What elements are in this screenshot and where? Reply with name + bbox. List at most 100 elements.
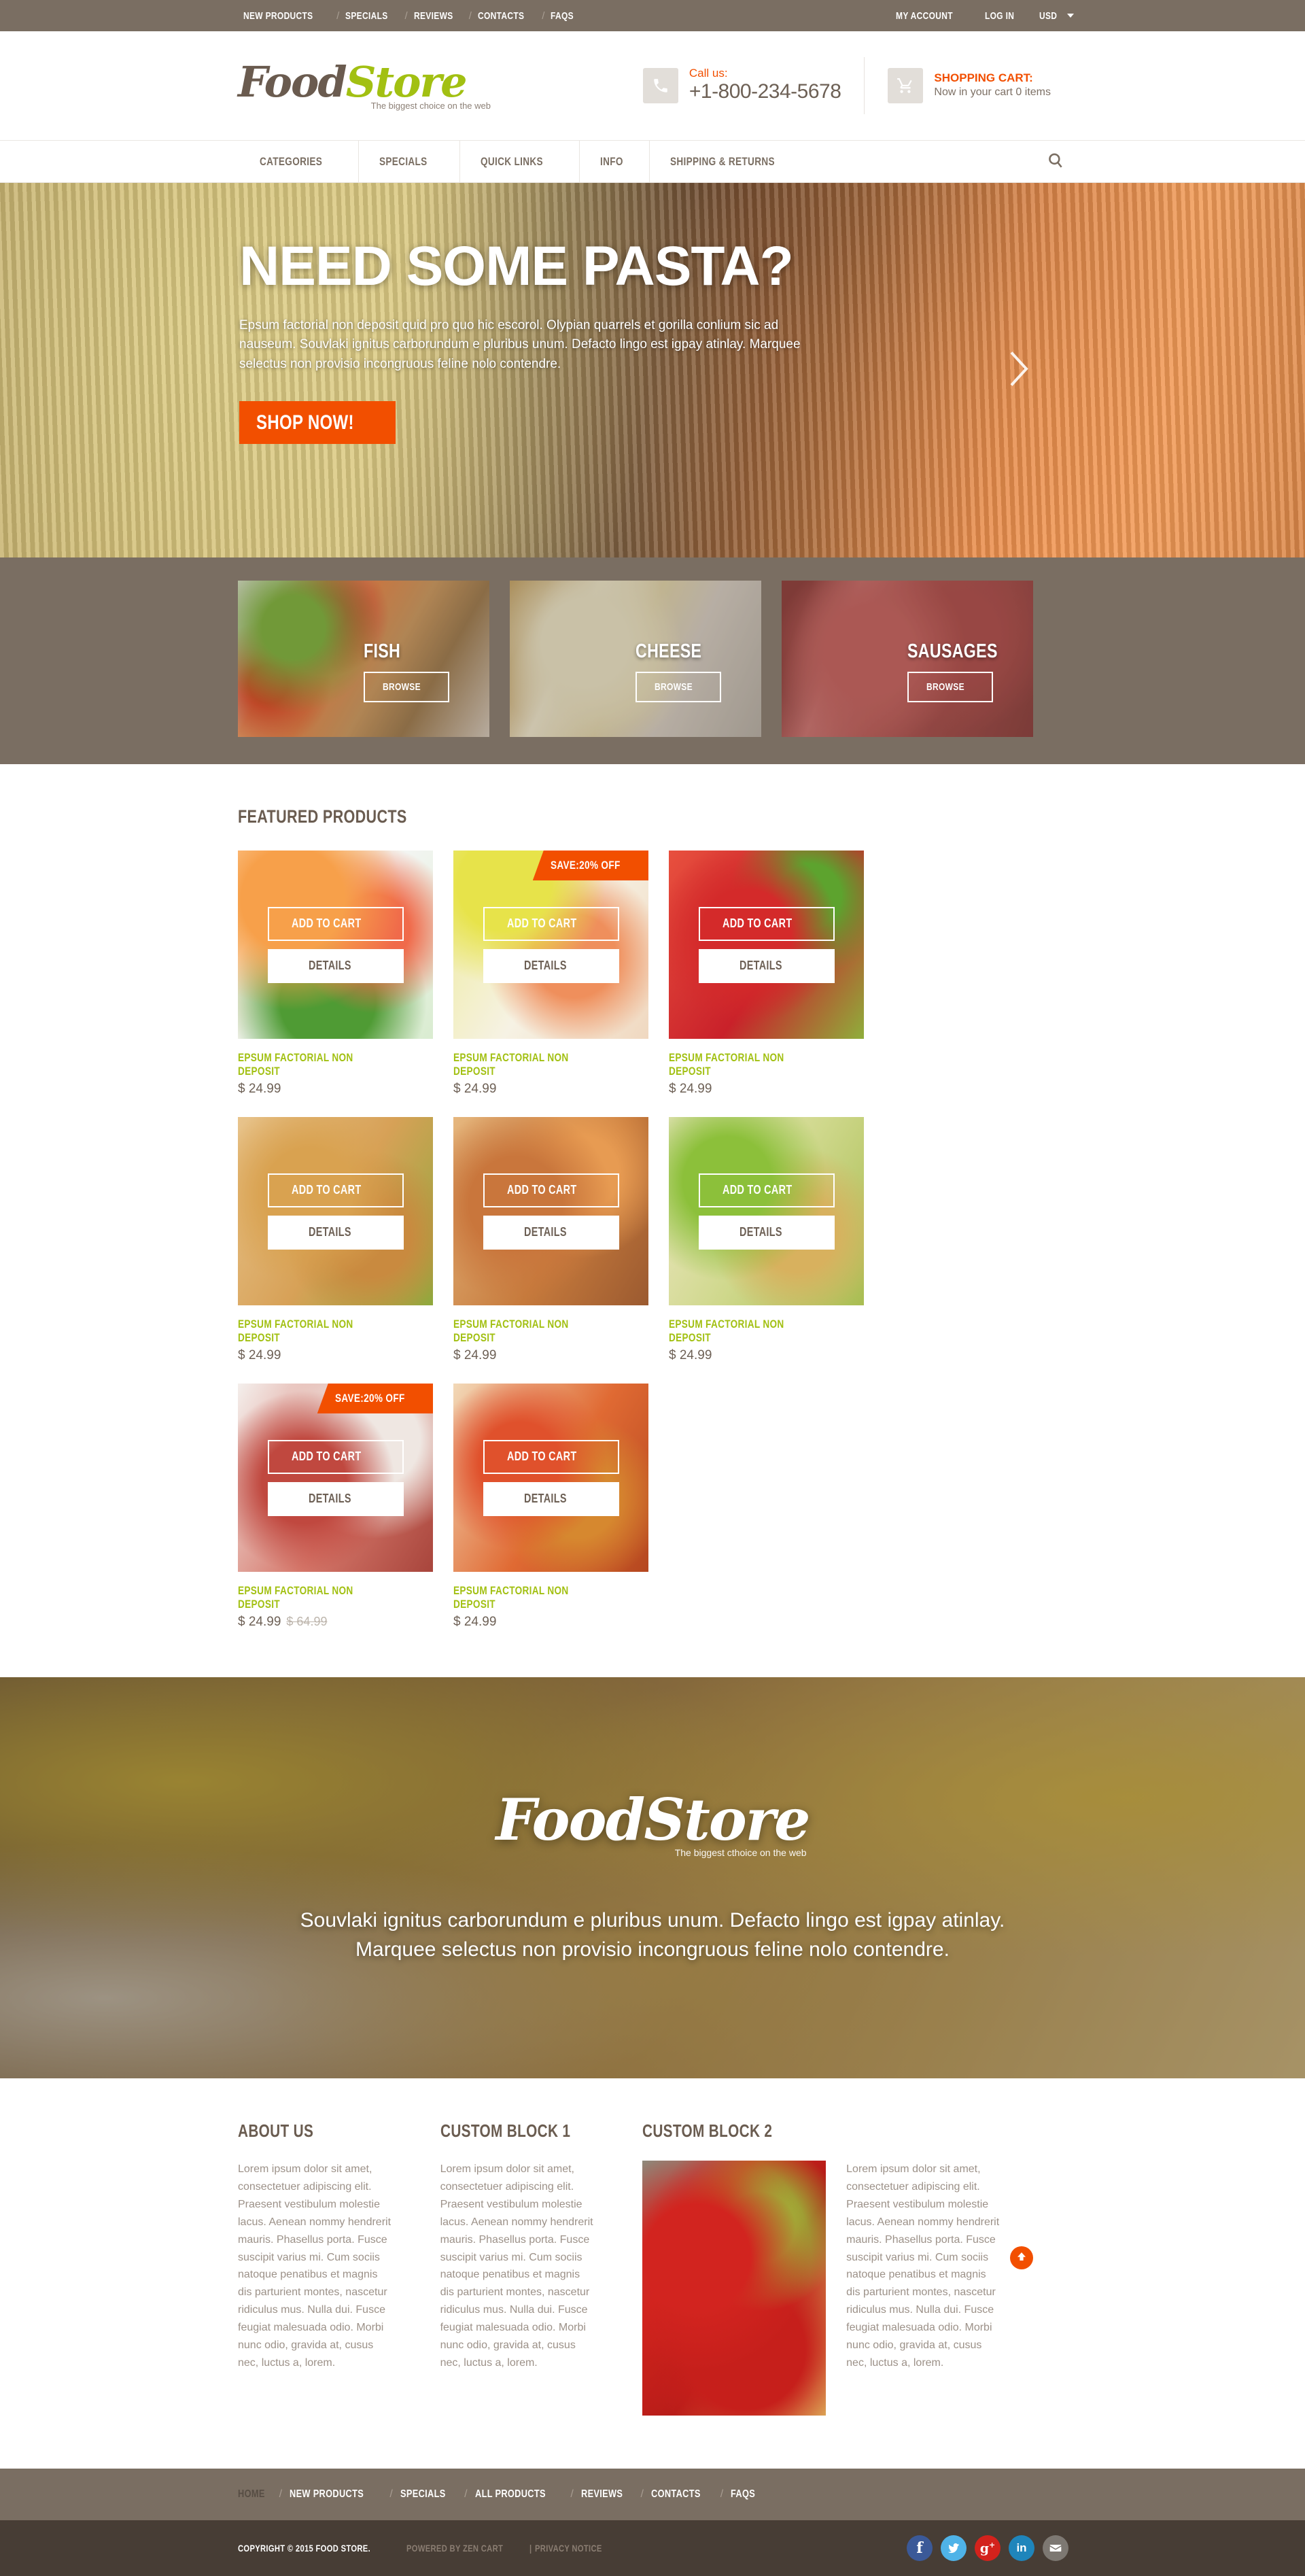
product-thumbnail[interactable]: Add to Cart Details (238, 851, 433, 1039)
nav-item-info[interactable]: Info (579, 141, 649, 183)
shopping-cart-block[interactable]: SHOPPING CART: Now in your cart 0 items (864, 57, 1074, 114)
product-card: Add to Cart Details Epsum Factorial Non De… (238, 1117, 433, 1363)
product-name[interactable]: Epsum Factorial Non Deposit (669, 1051, 864, 1078)
add-to-cart-button[interactable]: Add to Cart (267, 906, 404, 941)
product-thumbnail[interactable]: Add to Cart Details (453, 1117, 648, 1305)
top-bar: New Products / Specials / Reviews / Cont… (0, 0, 1305, 31)
top-nav-link-contacts[interactable]: Contacts (478, 10, 536, 22)
log-in-link[interactable]: Log In (985, 10, 1022, 22)
add-to-cart-button[interactable]: Add to Cart (698, 906, 835, 941)
search-button[interactable] (1047, 141, 1074, 183)
add-to-cart-button[interactable]: Add to Cart (483, 1173, 619, 1207)
product-name[interactable]: Epsum Factorial Non Deposit (238, 1584, 433, 1611)
details-button[interactable]: Details (267, 1481, 404, 1516)
call-us-label: Call us: (689, 67, 728, 80)
add-to-cart-button[interactable]: Add to Cart (267, 1439, 404, 1474)
top-nav-separator: / (404, 10, 408, 22)
product-thumbnail[interactable]: SAVE:20% OFF Add to Cart Details (238, 1384, 433, 1572)
privacy-notice-link[interactable]: Privacy Notice (535, 2543, 602, 2554)
product-name[interactable]: Epsum Factorial Non Deposit (238, 1318, 433, 1345)
powered-by-link[interactable]: Powered by Zen Cart (406, 2543, 503, 2554)
about-us-block: About Us Lorem ipsum dolor sit amet, con… (238, 2120, 440, 2416)
details-button[interactable]: Details (698, 1215, 835, 1250)
add-to-cart-button[interactable]: Add to Cart (483, 1439, 619, 1474)
footer-link-contacts[interactable]: Contacts (651, 2488, 713, 2501)
twitter-icon[interactable] (941, 2535, 967, 2561)
add-to-cart-button[interactable]: Add to Cart (698, 1173, 835, 1207)
product-name[interactable]: Epsum Factorial Non Deposit (453, 1051, 648, 1078)
category-tiles: Fish Browse Cheese Browse Sausages Brows… (0, 557, 1305, 764)
footer-separator: / (570, 2488, 574, 2500)
category-tile-sausages[interactable]: Sausages Browse (782, 581, 1033, 737)
add-to-cart-button[interactable]: Add to Cart (267, 1173, 404, 1207)
top-nav-link-specials[interactable]: Specials (345, 10, 398, 22)
details-button[interactable]: Details (483, 948, 619, 983)
scroll-to-top-button[interactable] (1010, 2246, 1033, 2269)
top-nav-separator: / (542, 10, 545, 22)
footer-separator: / (720, 2488, 724, 2500)
site-header: FoodStore The biggest choice on the web … (0, 31, 1305, 141)
nav-item-quick-links[interactable]: Quick Links (459, 141, 579, 183)
details-button[interactable]: Details (267, 948, 404, 983)
details-button[interactable]: Details (483, 1481, 619, 1516)
footer-link-home[interactable]: Home (238, 2488, 272, 2501)
featured-products-section: Featured Products Add to Cart Details Epsu… (0, 764, 1305, 1677)
page-title: Featured Products (238, 806, 407, 827)
details-button[interactable]: Details (698, 948, 835, 983)
product-name[interactable]: Epsum Factorial Non Deposit (453, 1584, 648, 1611)
currency-selector[interactable]: USD (1039, 10, 1074, 22)
footer-link-specials[interactable]: Specials (400, 2488, 457, 2501)
product-price: $ 24.99 $ 64.99 (238, 1615, 328, 1629)
product-thumbnail[interactable]: Add to Cart Details (669, 1117, 864, 1305)
footer-link-all-products[interactable]: All Products (475, 2488, 563, 2501)
banner-description: Souvlaki ignitus carborundum e pluribus … (300, 1908, 1005, 1961)
banner-logo-text-store: Store (644, 1785, 810, 1853)
top-nav-link-new-products[interactable]: New Products (243, 10, 330, 22)
product-thumbnail[interactable]: Add to Cart Details (453, 1384, 648, 1572)
banner-logo-text-food: Food (495, 1785, 645, 1853)
nav-item-specials[interactable]: Specials (358, 141, 459, 183)
copyright-text: Copyright © 2015 Food Store. (238, 2543, 371, 2554)
google-plus-icon[interactable]: g+ (975, 2535, 1000, 2561)
category-name-cheese: Cheese (636, 640, 702, 662)
product-name[interactable]: Epsum Factorial Non Deposit (453, 1318, 648, 1345)
category-tile-cheese[interactable]: Cheese Browse (510, 581, 761, 737)
product-name[interactable]: Epsum Factorial Non Deposit (238, 1051, 433, 1078)
my-account-link[interactable]: My Account (896, 10, 967, 22)
slider-next-arrow[interactable] (1007, 348, 1030, 392)
details-button[interactable]: Details (267, 1215, 404, 1250)
shop-now-button[interactable]: Shop Now! (239, 401, 396, 445)
product-name[interactable]: Epsum Factorial Non Deposit (669, 1318, 864, 1345)
banner-logo: FoodStore The biggest cthoice on the web (495, 1791, 810, 1858)
footer-link-faqs[interactable]: FAQs (731, 2488, 761, 2501)
nav-item-categories[interactable]: Categories (238, 141, 358, 183)
top-nav-link-faqs[interactable]: FAQs (551, 10, 579, 22)
chevron-right-icon (1007, 351, 1030, 392)
phone-number: +1-800-234-5678 (689, 80, 841, 103)
email-icon[interactable] (1043, 2535, 1068, 2561)
custom-block-1: Custom Block 1 Lorem ipsum dolor sit ame… (440, 2120, 643, 2416)
footer-navigation: Home / New Products / Specials / All Pro… (0, 2469, 1305, 2520)
facebook-icon[interactable]: f (907, 2535, 933, 2561)
nav-item-shipping-returns[interactable]: Shipping & Returns (649, 141, 821, 183)
custom-block-1-title: Custom Block 1 (440, 2120, 570, 2141)
product-price: $ 24.99 (453, 1348, 497, 1362)
footer-link-reviews[interactable]: Reviews (581, 2488, 633, 2501)
add-to-cart-button[interactable]: Add to Cart (483, 906, 619, 941)
category-name-fish: Fish (364, 640, 401, 662)
site-logo[interactable]: FoodStore The biggest choice on the web (231, 61, 496, 111)
about-us-title: About Us (238, 2120, 314, 2141)
linkedin-icon[interactable]: in (1009, 2535, 1034, 2561)
footer-link-new-products[interactable]: New Products (290, 2488, 382, 2501)
shopping-cart-label: SHOPPING CART: (934, 71, 1033, 85)
product-card: Add to Cart Details Epsum Factorial Non De… (453, 1384, 648, 1630)
top-navigation: New Products / Specials / Reviews / Cont… (243, 10, 580, 22)
product-thumbnail[interactable]: Add to Cart Details (238, 1117, 433, 1305)
category-tile-fish[interactable]: Fish Browse (238, 581, 489, 737)
top-nav-link-reviews[interactable]: Reviews (414, 10, 463, 22)
hero-title: Need some pasta? (239, 235, 794, 297)
product-old-price: $ 64.99 (286, 1615, 328, 1628)
product-thumbnail[interactable]: SAVE:20% OFF Add to Cart Details (453, 851, 648, 1039)
details-button[interactable]: Details (483, 1215, 619, 1250)
product-thumbnail[interactable]: Add to Cart Details (669, 851, 864, 1039)
